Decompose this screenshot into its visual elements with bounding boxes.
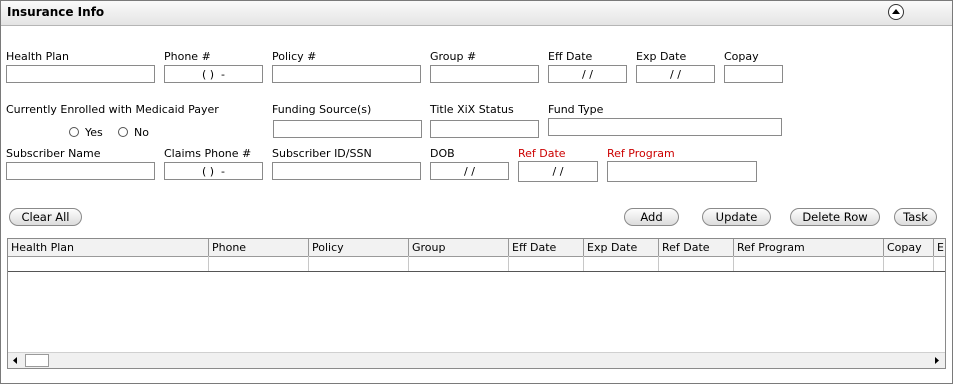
ref-program-input[interactable] xyxy=(607,161,757,182)
funding-source-input[interactable] xyxy=(273,120,422,138)
column-header-exp-date[interactable]: Exp Date xyxy=(584,239,659,256)
grid-cell[interactable] xyxy=(509,256,584,271)
collapse-arrow-icon xyxy=(892,9,900,14)
column-header-ref-date[interactable]: Ref Date xyxy=(659,239,734,256)
health-plan-label: Health Plan xyxy=(6,50,70,63)
claims-phone-input[interactable] xyxy=(164,162,263,180)
update-button[interactable]: Update xyxy=(702,208,771,226)
fund-type-input[interactable] xyxy=(548,118,782,136)
scroll-left-icon[interactable] xyxy=(8,353,23,368)
medicaid-yes-radio[interactable] xyxy=(69,127,79,137)
subscriber-name-input[interactable] xyxy=(6,162,155,180)
exp-date-input[interactable] xyxy=(636,65,715,83)
scroll-right-icon[interactable] xyxy=(929,353,944,368)
clear-all-button[interactable]: Clear All xyxy=(9,208,82,226)
column-header-group[interactable]: Group xyxy=(409,239,509,256)
column-header-policy[interactable]: Policy xyxy=(309,239,409,256)
horizontal-scrollbar[interactable] xyxy=(8,352,945,368)
grid-cell[interactable] xyxy=(884,256,934,271)
claims-phone-label: Claims Phone # xyxy=(164,147,252,160)
grid-cell[interactable] xyxy=(409,256,509,271)
section-title: Insurance Info xyxy=(7,5,105,19)
grid-header: Health Plan Phone Policy Group Eff Date … xyxy=(8,239,945,257)
grid-cell[interactable] xyxy=(659,256,734,271)
exp-date-label: Exp Date xyxy=(636,50,687,63)
funding-source-label: Funding Source(s) xyxy=(272,103,372,116)
phone-label: Phone # xyxy=(164,50,211,63)
grid-cell[interactable] xyxy=(8,256,209,271)
copay-input[interactable] xyxy=(724,65,783,83)
eff-date-label: Eff Date xyxy=(548,50,593,63)
column-header-e[interactable]: E xyxy=(934,239,945,256)
scrollbar-thumb[interactable] xyxy=(25,354,49,367)
phone-input[interactable] xyxy=(164,65,263,83)
insurance-info-panel: Insurance Info Health Plan Phone # Polic… xyxy=(0,0,953,384)
ref-date-input[interactable] xyxy=(518,161,598,182)
medicaid-yes-label: Yes xyxy=(85,126,103,139)
group-label: Group # xyxy=(430,50,477,63)
insurance-grid: Health Plan Phone Policy Group Eff Date … xyxy=(7,238,946,369)
column-header-phone[interactable]: Phone xyxy=(209,239,309,256)
eff-date-input[interactable] xyxy=(548,65,627,83)
policy-input[interactable] xyxy=(272,65,421,83)
medicaid-no-label: No xyxy=(134,126,149,139)
subscriber-name-label: Subscriber Name xyxy=(6,147,101,160)
column-header-eff-date[interactable]: Eff Date xyxy=(509,239,584,256)
fund-type-label: Fund Type xyxy=(548,103,604,116)
grid-row-divider xyxy=(8,271,945,272)
medicaid-no-radio[interactable] xyxy=(118,127,128,137)
dob-label: DOB xyxy=(430,147,455,160)
grid-cell[interactable] xyxy=(584,256,659,271)
policy-label: Policy # xyxy=(272,50,317,63)
dob-input[interactable] xyxy=(430,162,509,180)
group-input[interactable] xyxy=(430,65,539,83)
copay-label: Copay xyxy=(724,50,759,63)
add-button[interactable]: Add xyxy=(624,208,679,226)
chevron-up-circle-icon[interactable] xyxy=(888,4,904,20)
health-plan-input[interactable] xyxy=(6,65,155,83)
grid-cell[interactable] xyxy=(209,256,309,271)
title-xix-label: Title XiX Status xyxy=(430,103,514,116)
grid-cell[interactable] xyxy=(309,256,409,271)
column-header-health-plan[interactable]: Health Plan xyxy=(8,239,209,256)
ref-date-label: Ref Date xyxy=(518,147,566,160)
subscriber-id-label: Subscriber ID/SSN xyxy=(272,147,372,160)
grid-cell[interactable] xyxy=(734,256,884,271)
column-header-ref-program[interactable]: Ref Program xyxy=(734,239,884,256)
section-header: Insurance Info xyxy=(1,1,952,26)
column-header-copay[interactable]: Copay xyxy=(884,239,934,256)
title-xix-input[interactable] xyxy=(430,120,539,138)
medicaid-label: Currently Enrolled with Medicaid Payer xyxy=(6,103,219,116)
subscriber-id-input[interactable] xyxy=(272,162,421,180)
delete-row-button[interactable]: Delete Row xyxy=(790,208,880,226)
ref-program-label: Ref Program xyxy=(607,147,675,160)
task-button[interactable]: Task xyxy=(894,208,937,226)
